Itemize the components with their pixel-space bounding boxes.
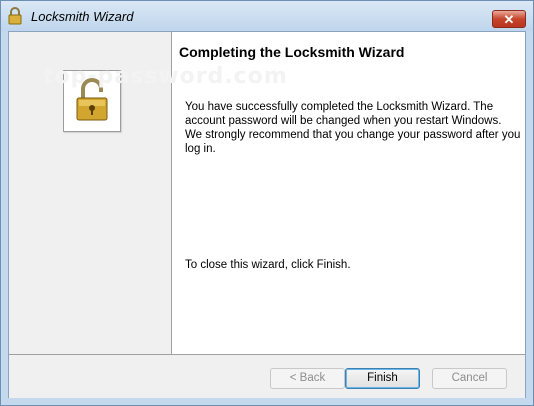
close-button[interactable]: ✕ [492,10,526,28]
padlock-icon [7,7,23,25]
watermark: top-password.com [43,64,288,89]
completion-message: You have successfully completed the Lock… [185,101,521,155]
finish-button[interactable]: Finish [345,368,420,389]
back-button[interactable]: < Back [270,368,345,389]
wizard-window: Locksmith Wizard ✕ top-password.com Comp… [0,0,534,406]
cancel-button[interactable]: Cancel [432,368,507,389]
wizard-content: top-password.com Completing the Locksmit… [8,31,526,398]
window-title: Locksmith Wizard [31,9,134,24]
button-bar: < Back Finish Cancel [9,354,525,398]
page-title: Completing the Locksmith Wizard [179,44,405,60]
close-instruction: To close this wizard, click Finish. [185,259,351,271]
title-bar[interactable]: Locksmith Wizard ✕ [1,1,533,31]
